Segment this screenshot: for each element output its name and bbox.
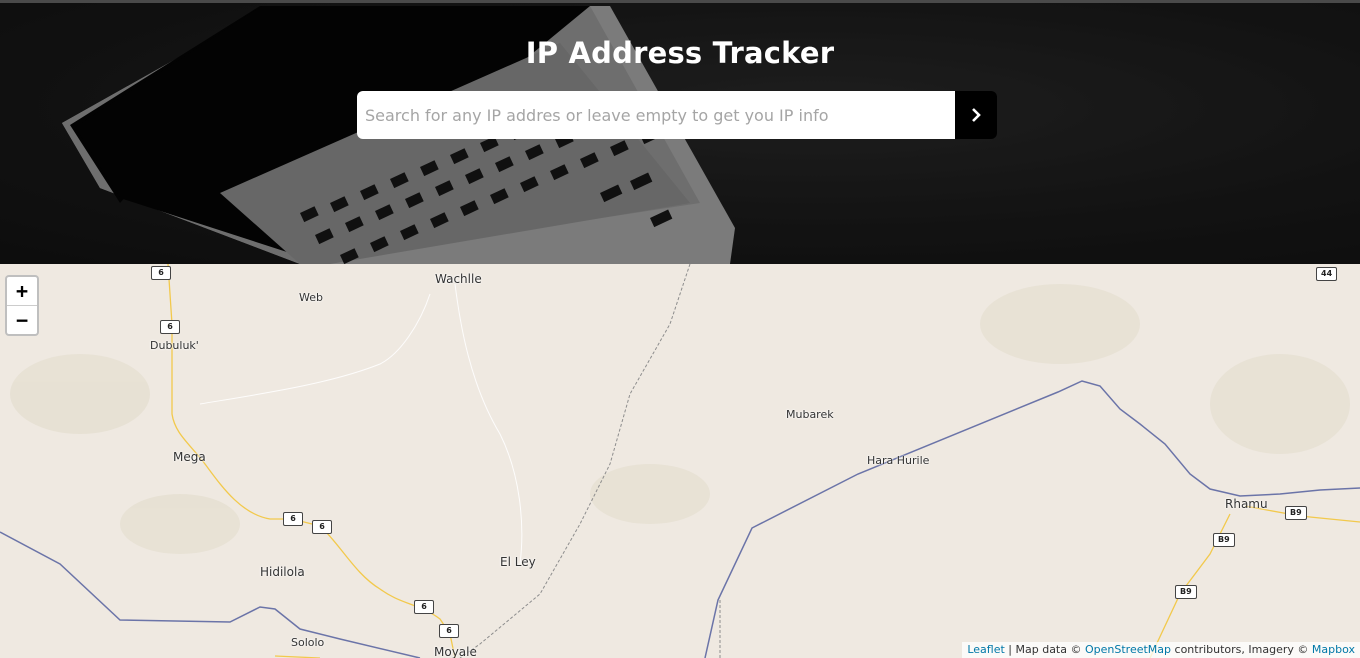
attribution-text: | Map data ©: [1008, 643, 1082, 656]
place-label: Mega: [173, 450, 206, 464]
place-label: Web: [299, 291, 323, 304]
header-hero: IP Address Tracker: [0, 3, 1360, 264]
road-shield: 6: [312, 520, 332, 534]
road-shield: 44: [1316, 267, 1338, 281]
place-label: Moyale: [434, 645, 477, 658]
road-shield: 6: [151, 266, 171, 280]
road-shield: 6: [414, 600, 434, 614]
place-label: Wachlle: [435, 272, 482, 286]
zoom-out-button[interactable]: −: [7, 306, 37, 334]
place-label: Dubuluk': [150, 339, 199, 352]
zoom-control: + −: [5, 275, 39, 336]
ip-search-input[interactable]: [357, 91, 955, 139]
leaflet-link[interactable]: Leaflet: [967, 643, 1004, 656]
mapbox-link[interactable]: Mapbox: [1312, 643, 1355, 656]
attribution-text: contributors, Imagery ©: [1174, 643, 1309, 656]
search-submit-button[interactable]: [955, 91, 997, 139]
page-title: IP Address Tracker: [525, 36, 835, 70]
road-shield: B9: [1175, 585, 1197, 599]
road-shield: B9: [1213, 533, 1235, 547]
place-label: Rhamu: [1225, 497, 1268, 511]
map-attribution: Leaflet | Map data © OpenStreetMap contr…: [962, 642, 1360, 658]
place-label: Hara Hurile: [867, 454, 930, 467]
road-shield: 6: [160, 320, 180, 334]
map-view[interactable]: Wachlle Web Dubuluk' Mega Hidilola Solol…: [0, 264, 1360, 658]
place-label: El Ley: [500, 555, 536, 569]
openstreetmap-link[interactable]: OpenStreetMap: [1085, 643, 1171, 656]
road-shield: 6: [283, 512, 303, 526]
place-label: Sololo: [291, 636, 325, 649]
chevron-right-icon: [972, 108, 981, 122]
place-label: Mubarek: [786, 408, 834, 421]
zoom-in-button[interactable]: +: [7, 277, 37, 306]
ip-search-form: [357, 91, 997, 139]
place-label: Hidilola: [260, 565, 305, 579]
road-shield: 6: [439, 624, 459, 638]
road-shield: B9: [1285, 506, 1307, 520]
